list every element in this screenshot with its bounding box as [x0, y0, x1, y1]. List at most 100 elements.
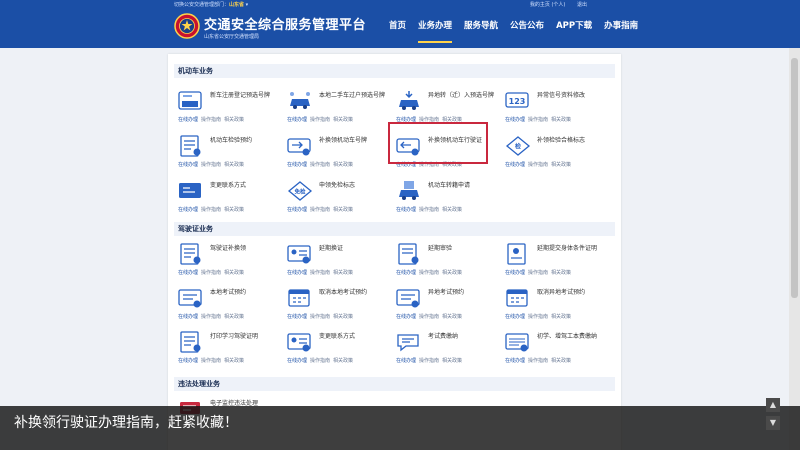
service-cancel-local-exam[interactable]: 取消本地考试预约 在线办理 操作指南 相关政策 — [283, 286, 391, 324]
guide-link[interactable]: 操作指南 — [528, 117, 548, 123]
service-local-exam-booking[interactable]: 本地考试预约 在线办理 操作指南 相关政策 — [174, 286, 282, 324]
nav-business[interactable]: 业务办理 — [413, 21, 457, 48]
highlight-box — [388, 122, 488, 164]
nav-app-download[interactable]: APP下载 — [551, 21, 597, 48]
guide-link[interactable]: 操作指南 — [528, 162, 548, 168]
scrollbar-thumb[interactable] — [791, 58, 798, 298]
vertical-scrollbar[interactable] — [789, 48, 800, 450]
online-apply-link[interactable]: 在线办理 — [178, 117, 198, 123]
service-inspection-appointment[interactable]: 机动车检验预约 在线办理 操作指南 相关政策 — [174, 134, 282, 172]
scroll-up-icon[interactable]: ▲ — [766, 398, 780, 412]
service-license-change-contact[interactable]: 变更联系方式 在线办理 操作指南 相关政策 — [283, 330, 391, 368]
service-review-delay[interactable]: 延期审验 在线办理 操作指南 相关政策 — [392, 242, 500, 280]
guide-link[interactable]: 操作指南 — [201, 270, 221, 276]
online-apply-link[interactable]: 在线办理 — [287, 117, 307, 123]
service-inspection-sticker[interactable]: 检 补领检验合格标志 在线办理 操作指南 相关政策 — [501, 134, 609, 172]
policy-link[interactable]: 相关政策 — [442, 314, 462, 320]
service-change-contact[interactable]: 变更联系方式 在线办理 操作指南 相关政策 — [174, 179, 282, 217]
policy-link[interactable]: 相关政策 — [442, 270, 462, 276]
service-replace-plate[interactable]: 补换领机动车号牌 在线办理 操作指南 相关政策 — [283, 134, 391, 172]
policy-link[interactable]: 相关政策 — [224, 358, 244, 364]
online-apply-link[interactable]: 在线办理 — [287, 270, 307, 276]
nav-home[interactable]: 首页 — [384, 21, 411, 48]
guide-link[interactable]: 操作指南 — [419, 270, 439, 276]
policy-link[interactable]: 相关政策 — [551, 117, 571, 123]
service-learner-fee-payment[interactable]: 初学、增驾工本费缴纳 在线办理 操作指南 相关政策 — [501, 330, 609, 368]
policy-link[interactable]: 相关政策 — [333, 162, 353, 168]
policy-link[interactable]: 相关政策 — [333, 117, 353, 123]
policy-link[interactable]: 相关政策 — [333, 270, 353, 276]
online-apply-link[interactable]: 在线办理 — [505, 162, 525, 168]
nav-service-guide[interactable]: 服务导航 — [459, 21, 503, 48]
service-exam-fee-payment[interactable]: 考试费缴纳 在线办理 操作指南 相关政策 — [392, 330, 500, 368]
online-apply-link[interactable]: 在线办理 — [505, 358, 525, 364]
policy-link[interactable]: 相关政策 — [551, 314, 571, 320]
online-apply-link[interactable]: 在线办理 — [287, 358, 307, 364]
guide-link[interactable]: 操作指南 — [310, 117, 330, 123]
service-print-learning-cert[interactable]: 打印学习驾驶证明 在线办理 操作指南 相关政策 — [174, 330, 282, 368]
policy-link[interactable]: 相关政策 — [224, 162, 244, 168]
region-switcher[interactable]: 切换公安交通管理部门：山东省 ▾ — [174, 1, 248, 8]
policy-link[interactable]: 相关政策 — [224, 117, 244, 123]
online-apply-link[interactable]: 在线办理 — [505, 270, 525, 276]
service-cancel-remote-exam[interactable]: 取消异地考试预约 在线办理 操作指南 相关政策 — [501, 286, 609, 324]
online-apply-link[interactable]: 在线办理 — [178, 358, 198, 364]
service-vehicle-transfer[interactable]: 机动车转籍申请 在线办理 操作指南 相关政策 — [392, 179, 500, 217]
logout-link[interactable]: 退出 — [577, 2, 587, 8]
policy-link[interactable]: 相关政策 — [224, 207, 244, 213]
online-apply-link[interactable]: 在线办理 — [396, 358, 416, 364]
my-homepage-link[interactable]: 我的主页 (个人) — [530, 2, 566, 8]
guide-link[interactable]: 操作指南 — [201, 358, 221, 364]
guide-link[interactable]: 操作指南 — [310, 207, 330, 213]
service-name: 取消本地考试预约 — [319, 289, 368, 296]
guide-link[interactable]: 操作指南 — [419, 358, 439, 364]
online-apply-link[interactable]: 在线办理 — [178, 270, 198, 276]
guide-link[interactable]: 操作指南 — [310, 314, 330, 320]
online-apply-link[interactable]: 在线办理 — [396, 270, 416, 276]
online-apply-link[interactable]: 在线办理 — [178, 162, 198, 168]
policy-link[interactable]: 相关政策 — [442, 358, 462, 364]
guide-link[interactable]: 操作指南 — [201, 117, 221, 123]
guide-link[interactable]: 操作指南 — [201, 207, 221, 213]
guide-link[interactable]: 操作指南 — [528, 314, 548, 320]
guide-link[interactable]: 操作指南 — [201, 314, 221, 320]
online-apply-link[interactable]: 在线办理 — [287, 314, 307, 320]
policy-link[interactable]: 相关政策 — [333, 207, 353, 213]
service-signal-info-edit[interactable]: 123 异常信号资料修改 在线办理 操作指南 相关政策 — [501, 89, 609, 127]
online-apply-link[interactable]: 在线办理 — [505, 117, 525, 123]
online-apply-link[interactable]: 在线办理 — [505, 314, 525, 320]
region-name[interactable]: 山东省 — [229, 2, 244, 8]
guide-link[interactable]: 操作指南 — [419, 314, 439, 320]
nav-how-to-guide[interactable]: 办事指南 — [599, 21, 643, 48]
policy-link[interactable]: 相关政策 — [442, 207, 462, 213]
online-apply-link[interactable]: 在线办理 — [178, 207, 198, 213]
service-license-replace[interactable]: 驾驶证补换领 在线办理 操作指南 相关政策 — [174, 242, 282, 280]
online-apply-link[interactable]: 在线办理 — [178, 314, 198, 320]
nav-announcements[interactable]: 公告公布 — [505, 21, 549, 48]
guide-link[interactable]: 操作指南 — [310, 162, 330, 168]
service-remote-exam-booking[interactable]: 异地考试预约 在线办理 操作指南 相关政策 — [392, 286, 500, 324]
policy-link[interactable]: 相关政策 — [551, 162, 571, 168]
policy-link[interactable]: 相关政策 — [224, 270, 244, 276]
guide-link[interactable]: 操作指南 — [528, 358, 548, 364]
guide-link[interactable]: 操作指南 — [310, 270, 330, 276]
service-health-cert-delay[interactable]: 延期提交身体条件证明 在线办理 操作指南 相关政策 — [501, 242, 609, 280]
policy-link[interactable]: 相关政策 — [551, 270, 571, 276]
guide-link[interactable]: 操作指南 — [201, 162, 221, 168]
policy-link[interactable]: 相关政策 — [551, 358, 571, 364]
online-apply-link[interactable]: 在线办理 — [396, 314, 416, 320]
online-apply-link[interactable]: 在线办理 — [287, 207, 307, 213]
guide-link[interactable]: 操作指南 — [310, 358, 330, 364]
service-local-transfer-plate[interactable]: 本地二手车过户预选号牌 在线办理 操作指南 相关政策 — [283, 89, 391, 127]
service-exemption-sticker[interactable]: 免检 申领免检标志 在线办理 操作指南 相关政策 — [283, 179, 391, 217]
guide-link[interactable]: 操作指南 — [419, 207, 439, 213]
policy-link[interactable]: 相关政策 — [333, 358, 353, 364]
policy-link[interactable]: 相关政策 — [333, 314, 353, 320]
guide-link[interactable]: 操作指南 — [528, 270, 548, 276]
scroll-down-icon[interactable]: ▼ — [766, 416, 780, 430]
service-new-car-plate[interactable]: 新车注册登记预选号牌 在线办理 操作指南 相关政策 — [174, 89, 282, 127]
service-license-renew-delay[interactable]: 延期换证 在线办理 操作指南 相关政策 — [283, 242, 391, 280]
online-apply-link[interactable]: 在线办理 — [287, 162, 307, 168]
policy-link[interactable]: 相关政策 — [224, 314, 244, 320]
online-apply-link[interactable]: 在线办理 — [396, 207, 416, 213]
